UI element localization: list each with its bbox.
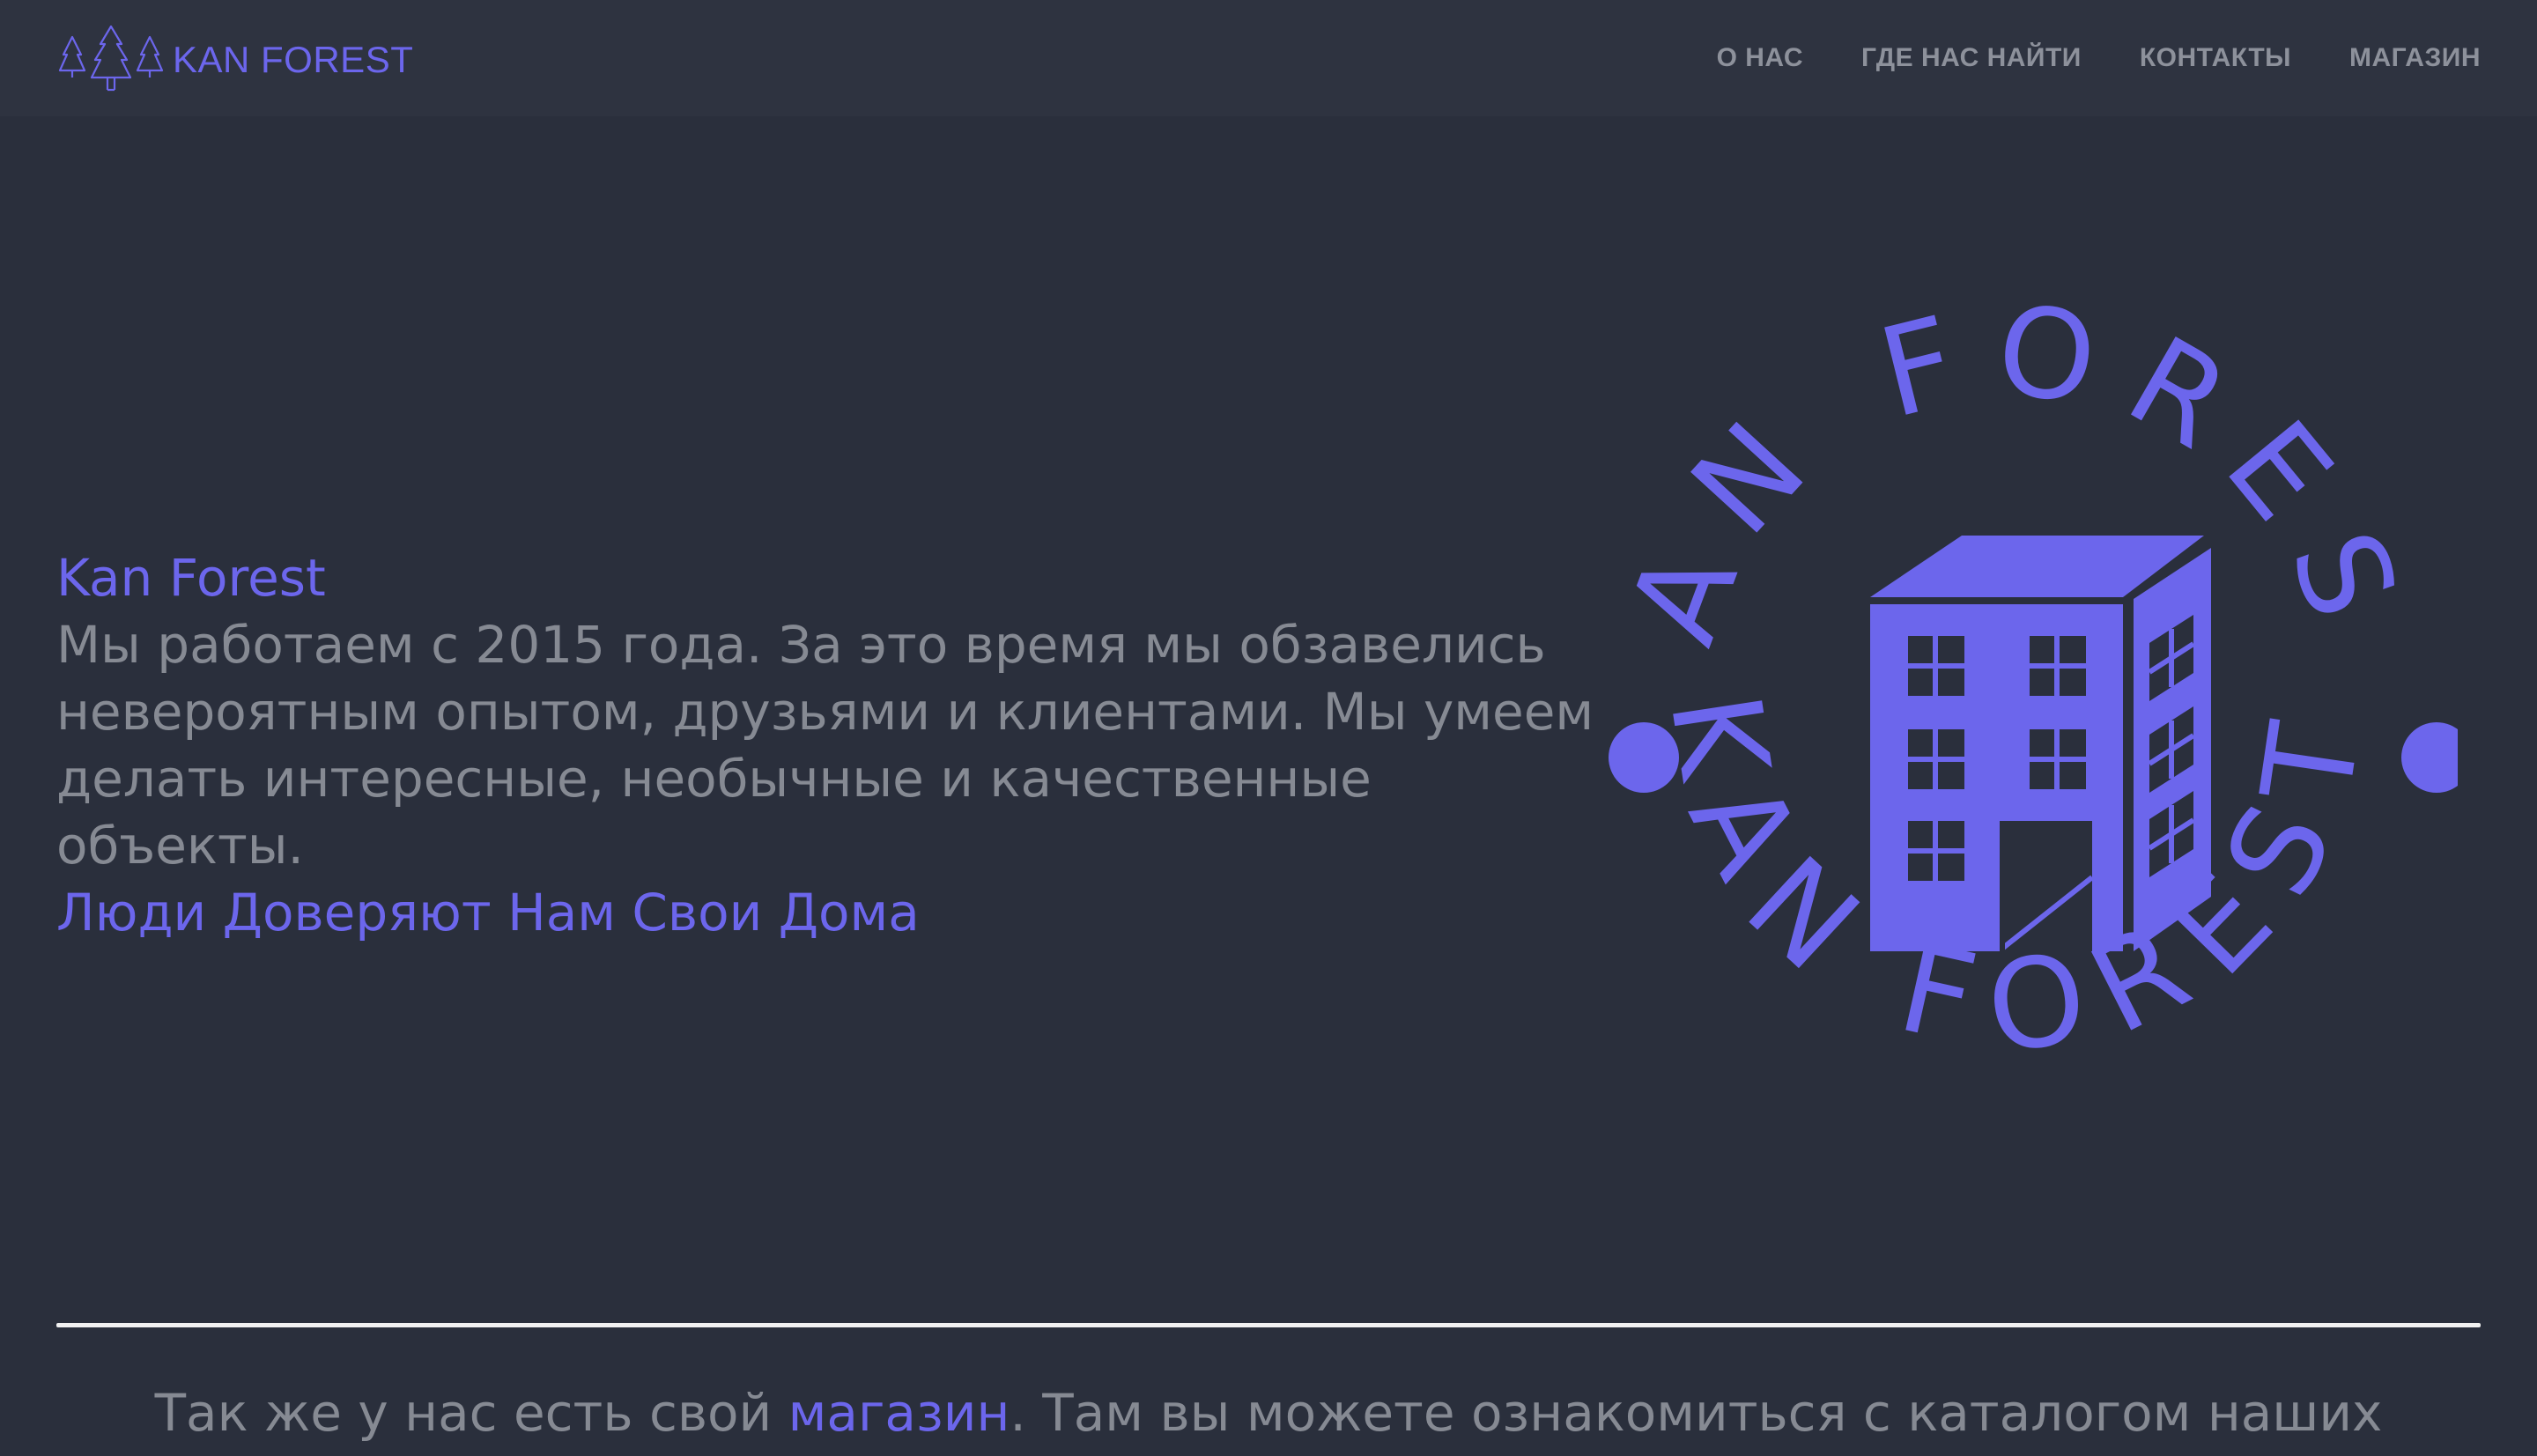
hero-title: Kan Forest — [56, 548, 326, 608]
shop-intro-after: . Там вы можете ознакомиться с каталогом… — [1010, 1383, 2383, 1443]
building-icon — [1870, 536, 2211, 951]
shop-intro-text: Так же у нас есть свой магазин. Там вы м… — [0, 1379, 2537, 1446]
shop-link[interactable]: магазин — [788, 1383, 1010, 1443]
brand-name: KAN FOREST — [173, 39, 414, 80]
nav-link-contacts[interactable]: КОНТАКТЫ — [2140, 39, 2291, 78]
brand-logo-link[interactable]: KAN FOREST — [56, 25, 413, 95]
pine-trees-icon — [58, 25, 164, 92]
nav-link-location[interactable]: ГДЕ НАС НАЙТИ — [1861, 39, 2082, 78]
emblem-dot-right — [2401, 722, 2458, 793]
shop-intro-before: Так же у нас есть свой — [154, 1383, 788, 1443]
nav-menu: О НАС ГДЕ НАС НАЙТИ КОНТАКТЫ МАГАЗИН — [1717, 39, 2481, 78]
navbar: KAN FOREST О НАС ГДЕ НАС НАЙТИ КОНТАКТЫ … — [0, 0, 2537, 116]
hero-text-block: Kan Forest Мы работаем с 2015 года. За э… — [56, 544, 1607, 946]
hero-tagline: Люди Доверяют Нам Свои Дома — [56, 883, 920, 942]
kan-forest-emblem: KAN FOREST KAN FOREST — [1577, 264, 2458, 1081]
nav-link-about[interactable]: О НАС — [1717, 39, 1803, 78]
emblem-dot-left — [1609, 722, 1679, 793]
emblem-top-text: KAN FOREST — [1577, 264, 2433, 664]
nav-link-shop[interactable]: МАГАЗИН — [2349, 39, 2481, 78]
section-divider — [56, 1323, 2481, 1327]
hero-paragraph: Мы работаем с 2015 года. За это время мы… — [56, 615, 1594, 876]
